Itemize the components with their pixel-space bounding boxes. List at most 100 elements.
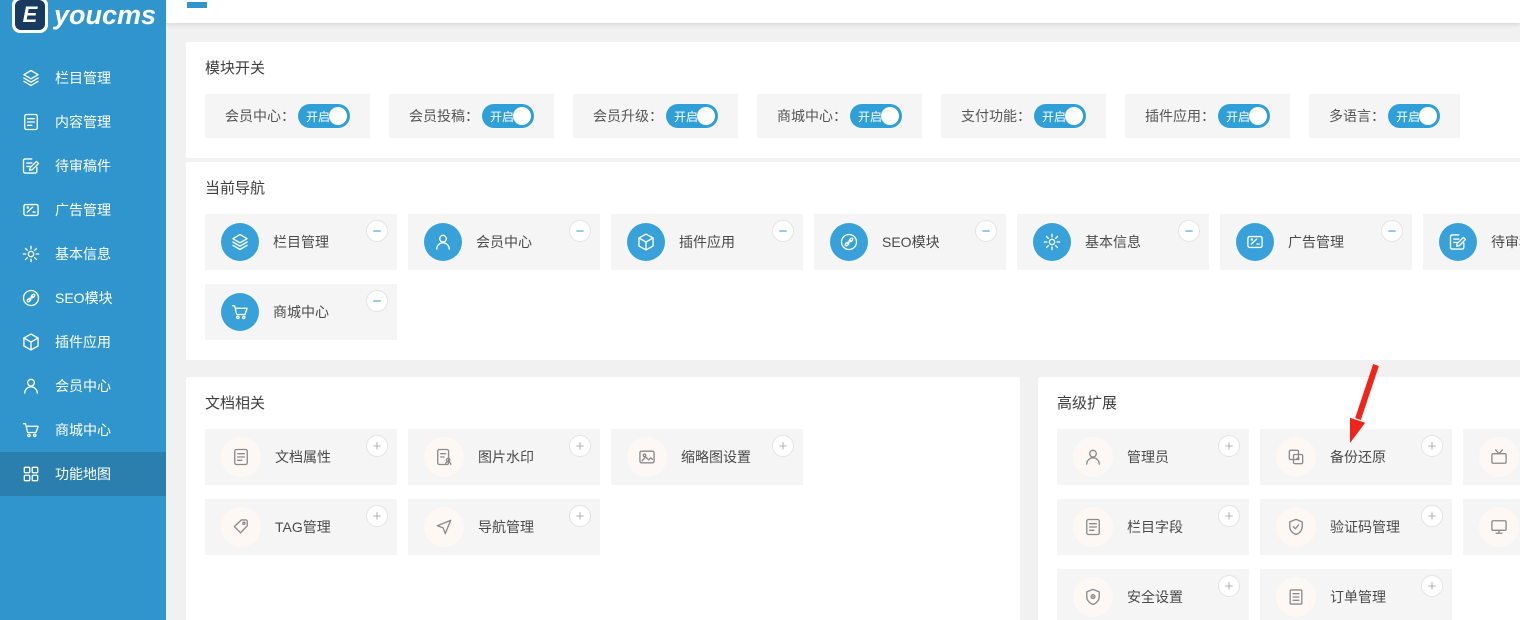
sidebar-item[interactable]: 栏目管理 — [0, 56, 166, 100]
module-switch-label: 会员投稿 — [409, 106, 465, 126]
active-tab-indicator[interactable] — [187, 2, 207, 8]
remove-badge[interactable]: − — [366, 220, 388, 242]
sidebar-item[interactable]: 会员中心 — [0, 364, 166, 408]
sidebar-item[interactable]: SEO模块 — [0, 276, 166, 320]
toggle-on-label: 开启 — [1226, 108, 1250, 125]
nav-module-label: 栏目管理 — [273, 232, 329, 252]
add-badge[interactable]: + — [366, 505, 388, 527]
nav-module-icon-circle — [830, 223, 868, 261]
feature-tile[interactable]: 管理员 + — [1057, 429, 1249, 485]
sidebar-item[interactable]: 插件应用 — [0, 320, 166, 364]
remove-badge[interactable]: − — [1178, 220, 1200, 242]
add-badge[interactable]: + — [1421, 575, 1443, 597]
nav-module-tile[interactable]: SEO模块 − — [814, 214, 1006, 270]
nav-module-tile[interactable]: 基本信息 − — [1017, 214, 1209, 270]
feature-tile[interactable]: 订单管理 + — [1260, 569, 1452, 620]
toggle-knob — [1065, 107, 1083, 125]
add-badge[interactable]: + — [366, 435, 388, 457]
navigation-icon — [434, 517, 454, 537]
edit-document-icon — [1448, 232, 1468, 252]
feature-label: 栏目字段 — [1127, 517, 1183, 537]
brand-logo-icon: E — [12, 0, 48, 33]
sidebar-item[interactable]: 商城中心 — [0, 408, 166, 452]
feature-tile[interactable]: 缩略图设置 + — [611, 429, 803, 485]
sidebar-item[interactable]: 广告管理 — [0, 188, 166, 232]
feature-tile[interactable]: 验证码管理 + — [1260, 499, 1452, 555]
remove-badge[interactable]: − — [569, 220, 591, 242]
toggle-switch-on[interactable]: 开启 — [1218, 104, 1270, 128]
ad-icon — [1245, 232, 1265, 252]
feature-icon-circle — [1276, 507, 1316, 547]
feature-label: TAG管理 — [275, 517, 331, 537]
nav-module-label: 会员中心 — [476, 232, 532, 252]
toggle-switch-on[interactable]: 开启 — [850, 104, 902, 128]
add-badge[interactable]: + — [1421, 505, 1443, 527]
toggle-switch-on[interactable]: 开启 — [1034, 104, 1086, 128]
nav-module-tile[interactable]: 待审稿件 − — [1423, 214, 1520, 270]
user-icon — [433, 232, 453, 252]
feature-tile[interactable]: 文档属性 + — [205, 429, 397, 485]
toggle-on-label: 开启 — [858, 108, 882, 125]
add-badge[interactable]: + — [1421, 435, 1443, 457]
module-switch-label: 支付功能 — [961, 106, 1017, 126]
backup-restore-icon — [1286, 447, 1306, 467]
feature-label: 备份还原 — [1330, 447, 1386, 467]
module-switch-label: 插件应用 — [1145, 106, 1201, 126]
add-badge[interactable]: + — [1218, 435, 1240, 457]
toggle-on-label: 开启 — [1396, 108, 1420, 125]
order-icon — [1286, 587, 1306, 607]
nav-module-tile[interactable]: 插件应用 − — [611, 214, 803, 270]
nav-module-icon-circle — [221, 223, 259, 261]
nav-module-label: 插件应用 — [679, 232, 735, 252]
toggle-switch-on[interactable]: 开启 — [666, 104, 718, 128]
sidebar-item[interactable]: 待审稿件 — [0, 144, 166, 188]
nav-module-tile[interactable]: 栏目管理 − — [205, 214, 397, 270]
feature-tile[interactable]: 安全设置 + — [1057, 569, 1249, 620]
sidebar-item-label: 基本信息 — [55, 244, 111, 264]
remove-badge[interactable]: − — [366, 290, 388, 312]
feature-tile[interactable]: + — [1463, 429, 1520, 485]
remove-badge[interactable]: − — [1381, 220, 1403, 242]
document-icon — [1083, 517, 1103, 537]
nav-module-icon-circle — [1439, 223, 1477, 261]
card-title: 模块开关 — [205, 57, 1520, 78]
nav-module-tile[interactable]: 广告管理 − — [1220, 214, 1412, 270]
nav-module-tile[interactable]: 会员中心 − — [408, 214, 600, 270]
feature-tile[interactable]: 栏目字段 + — [1057, 499, 1249, 555]
add-badge[interactable]: + — [569, 435, 591, 457]
nav-module-icon-circle — [1236, 223, 1274, 261]
feature-label: 验证码管理 — [1330, 517, 1400, 537]
top-tab-bar — [166, 0, 1520, 23]
toggle-switch-on[interactable]: 开启 — [298, 104, 350, 128]
layers-icon — [21, 68, 41, 88]
add-badge[interactable]: + — [1218, 575, 1240, 597]
brand-logo[interactable]: E youcms — [0, 0, 166, 38]
module-switch-separator: ： — [465, 106, 479, 126]
content: 模块开关 会员中心： 开启 会员投稿： 开启 — [166, 23, 1520, 620]
user-icon — [21, 376, 41, 396]
card-title: 文档相关 — [205, 392, 1001, 413]
feature-label: 图片水印 — [478, 447, 534, 467]
add-badge[interactable]: + — [569, 505, 591, 527]
nav-module-label: 待审稿件 — [1491, 232, 1520, 252]
feature-tile[interactable]: TAG管理 + — [205, 499, 397, 555]
sidebar-item[interactable]: 功能地图 — [0, 452, 166, 496]
card-title: 当前导航 — [205, 177, 1520, 198]
remove-badge[interactable]: − — [975, 220, 997, 242]
nav-module-label: 基本信息 — [1085, 232, 1141, 252]
add-badge[interactable]: + — [1218, 505, 1240, 527]
switch-row: 会员中心： 开启 会员投稿： 开启 — [205, 94, 1520, 138]
sidebar-item[interactable]: 基本信息 — [0, 232, 166, 276]
feature-tile[interactable]: + — [1463, 499, 1520, 555]
feature-tile[interactable]: 导航管理 + — [408, 499, 600, 555]
advanced-extensions-tiles: 管理员 + 备份还原 + — [1057, 429, 1520, 620]
add-badge[interactable]: + — [772, 435, 794, 457]
toggle-switch-on[interactable]: 开启 — [482, 104, 534, 128]
toggle-switch-on[interactable]: 开启 — [1388, 104, 1440, 128]
nav-module-icon-circle — [221, 293, 259, 331]
feature-icon-circle — [1276, 577, 1316, 617]
nav-module-tile[interactable]: 商城中心 − — [205, 284, 397, 340]
remove-badge[interactable]: − — [772, 220, 794, 242]
feature-tile[interactable]: 图片水印 + — [408, 429, 600, 485]
sidebar-item[interactable]: 内容管理 — [0, 100, 166, 144]
